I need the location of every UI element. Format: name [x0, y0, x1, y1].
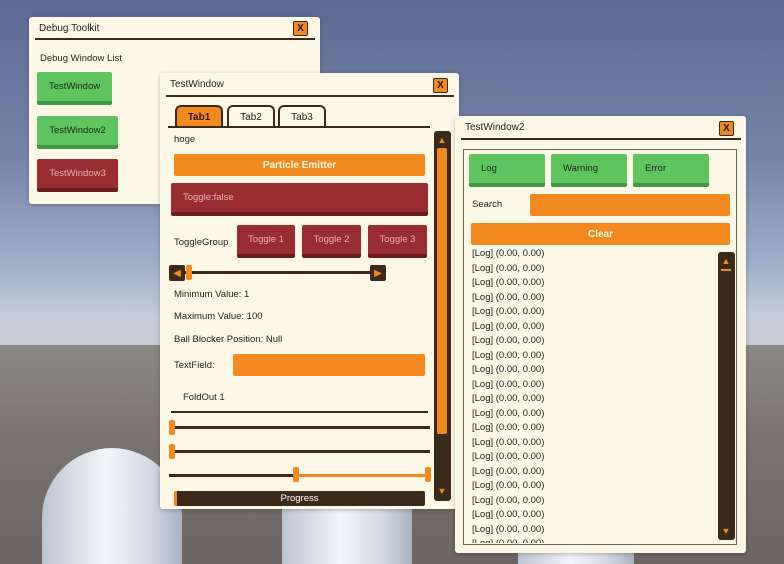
toggle-group-item-1[interactable]: Toggle 1: [237, 225, 295, 258]
window-list-button-testwindow2[interactable]: TestWindow2: [37, 116, 118, 149]
progress-label: Progress: [280, 493, 319, 504]
tab-3[interactable]: Tab3: [278, 105, 326, 127]
scroll-left-button[interactable]: ◀: [169, 265, 185, 281]
scroll-down-button[interactable]: ▼: [718, 524, 734, 538]
log-entry: [Log] (0.00, 0.00): [472, 291, 545, 303]
close-button[interactable]: X: [433, 78, 448, 93]
slider-1-knob[interactable]: [169, 420, 175, 435]
maximum-value-label: Maximum Value: 100: [174, 311, 263, 322]
ball-blocker-label: Ball Blocker Position: Null: [174, 334, 283, 345]
slider-2-track: [169, 450, 430, 453]
log-entry: [Log] (0.00, 0.00): [472, 422, 545, 433]
horizontal-scrollbar-track: [185, 271, 371, 274]
foldout-divider: [171, 411, 428, 413]
log-entry: [Log] (0.00, 0.00): [472, 538, 544, 543]
vertical-scrollbar[interactable]: ▲ ▼: [434, 131, 451, 501]
log-entry: [Log] (0.00, 0.00): [472, 335, 545, 346]
textfield-label: TextField:: [174, 360, 215, 371]
window-title: TestWindow: [170, 79, 224, 90]
section-label: Debug Window List: [40, 53, 122, 64]
test-window2[interactable]: TestWindow2 X Log Warning Error Search C…: [455, 116, 746, 553]
log-entry: [Log] (0.00, 0.00): [472, 407, 545, 419]
log-entry: [Log] (0.00, 0.00): [472, 248, 545, 259]
log-entry: [Log] (0.00, 0.00): [472, 262, 545, 274]
log-entry: [Log] (0.00, 0.00): [472, 451, 545, 462]
scroll-right-button[interactable]: ▶: [370, 265, 386, 281]
log-entry: [Log] (0.00, 0.00): [472, 436, 545, 448]
scroll-down-button[interactable]: ▼: [434, 484, 450, 498]
title-divider: [35, 38, 315, 40]
scene-pillar: [282, 500, 412, 564]
slider-2-knob[interactable]: [169, 444, 175, 459]
toggle-group-label: ToggleGroup: [174, 237, 229, 248]
foldout-label[interactable]: FoldOut 1: [183, 392, 225, 403]
log-entry: [Log] (0.00, 0.00): [472, 306, 545, 317]
log-entry: [Log] (0.00, 0.00): [472, 277, 545, 288]
log-entry: [Log] (0.00, 0.00): [472, 465, 545, 477]
slider-1-track: [169, 426, 430, 429]
window-title: Debug Toolkit: [39, 23, 100, 34]
test-window[interactable]: TestWindow X Tab1 Tab2 Tab3 hoge Particl…: [160, 73, 459, 509]
text-field[interactable]: [233, 354, 425, 376]
log-vertical-scrollbar[interactable]: ▲ ▼: [718, 252, 735, 540]
tab-2[interactable]: Tab2: [227, 105, 275, 127]
range-slider-max-knob[interactable]: [425, 467, 431, 482]
scroll-up-button[interactable]: ▲: [434, 133, 450, 147]
log-entry: [Log] (0.00, 0.00): [472, 509, 545, 520]
tab-1[interactable]: Tab1: [175, 105, 223, 127]
close-button[interactable]: X: [719, 121, 734, 136]
log-entry: [Log] (0.00, 0.00): [472, 349, 545, 361]
scroll-up-button[interactable]: ▲: [718, 254, 734, 268]
tab-divider: [168, 126, 430, 128]
log-entry: [Log] (0.00, 0.00): [472, 393, 545, 404]
log-entry: [Log] (0.00, 0.00): [472, 320, 545, 332]
hoge-label: hoge: [174, 134, 196, 145]
window-list-button-testwindow[interactable]: TestWindow: [37, 72, 112, 105]
title-divider: [166, 95, 454, 97]
horizontal-scrollbar-thumb[interactable]: [186, 265, 192, 280]
vertical-scrollbar-thumb[interactable]: [437, 148, 447, 434]
window-list-button-testwindow3[interactable]: TestWindow3: [37, 159, 118, 192]
range-slider-min-knob[interactable]: [293, 467, 299, 482]
log-entry: [Log] (0.00, 0.00): [472, 494, 545, 506]
log-scrollbar-thumb[interactable]: [721, 269, 731, 271]
log-list: [Log] (0.00, 0.00) [Log] (0.00, 0.00) [Log…: [455, 116, 700, 543]
progress-bar: Progress: [174, 491, 425, 506]
toggle-group-item-2[interactable]: Toggle 2: [302, 225, 361, 258]
log-entry: [Log] (0.00, 0.00): [472, 523, 545, 535]
log-entry: [Log] (0.00, 0.00): [472, 364, 545, 375]
minimum-value-label: Minimum Value: 1: [174, 289, 250, 300]
particle-emitter-button[interactable]: Particle Emitter: [174, 154, 425, 176]
log-entry: [Log] (0.00, 0.00): [472, 378, 545, 390]
close-button[interactable]: X: [293, 21, 308, 36]
log-entry: [Log] (0.00, 0.00): [472, 480, 545, 491]
range-slider-fill: [297, 474, 428, 477]
toggle-button[interactable]: Toggle:false: [171, 183, 428, 216]
toggle-group-item-3[interactable]: Toggle 3: [368, 225, 427, 258]
